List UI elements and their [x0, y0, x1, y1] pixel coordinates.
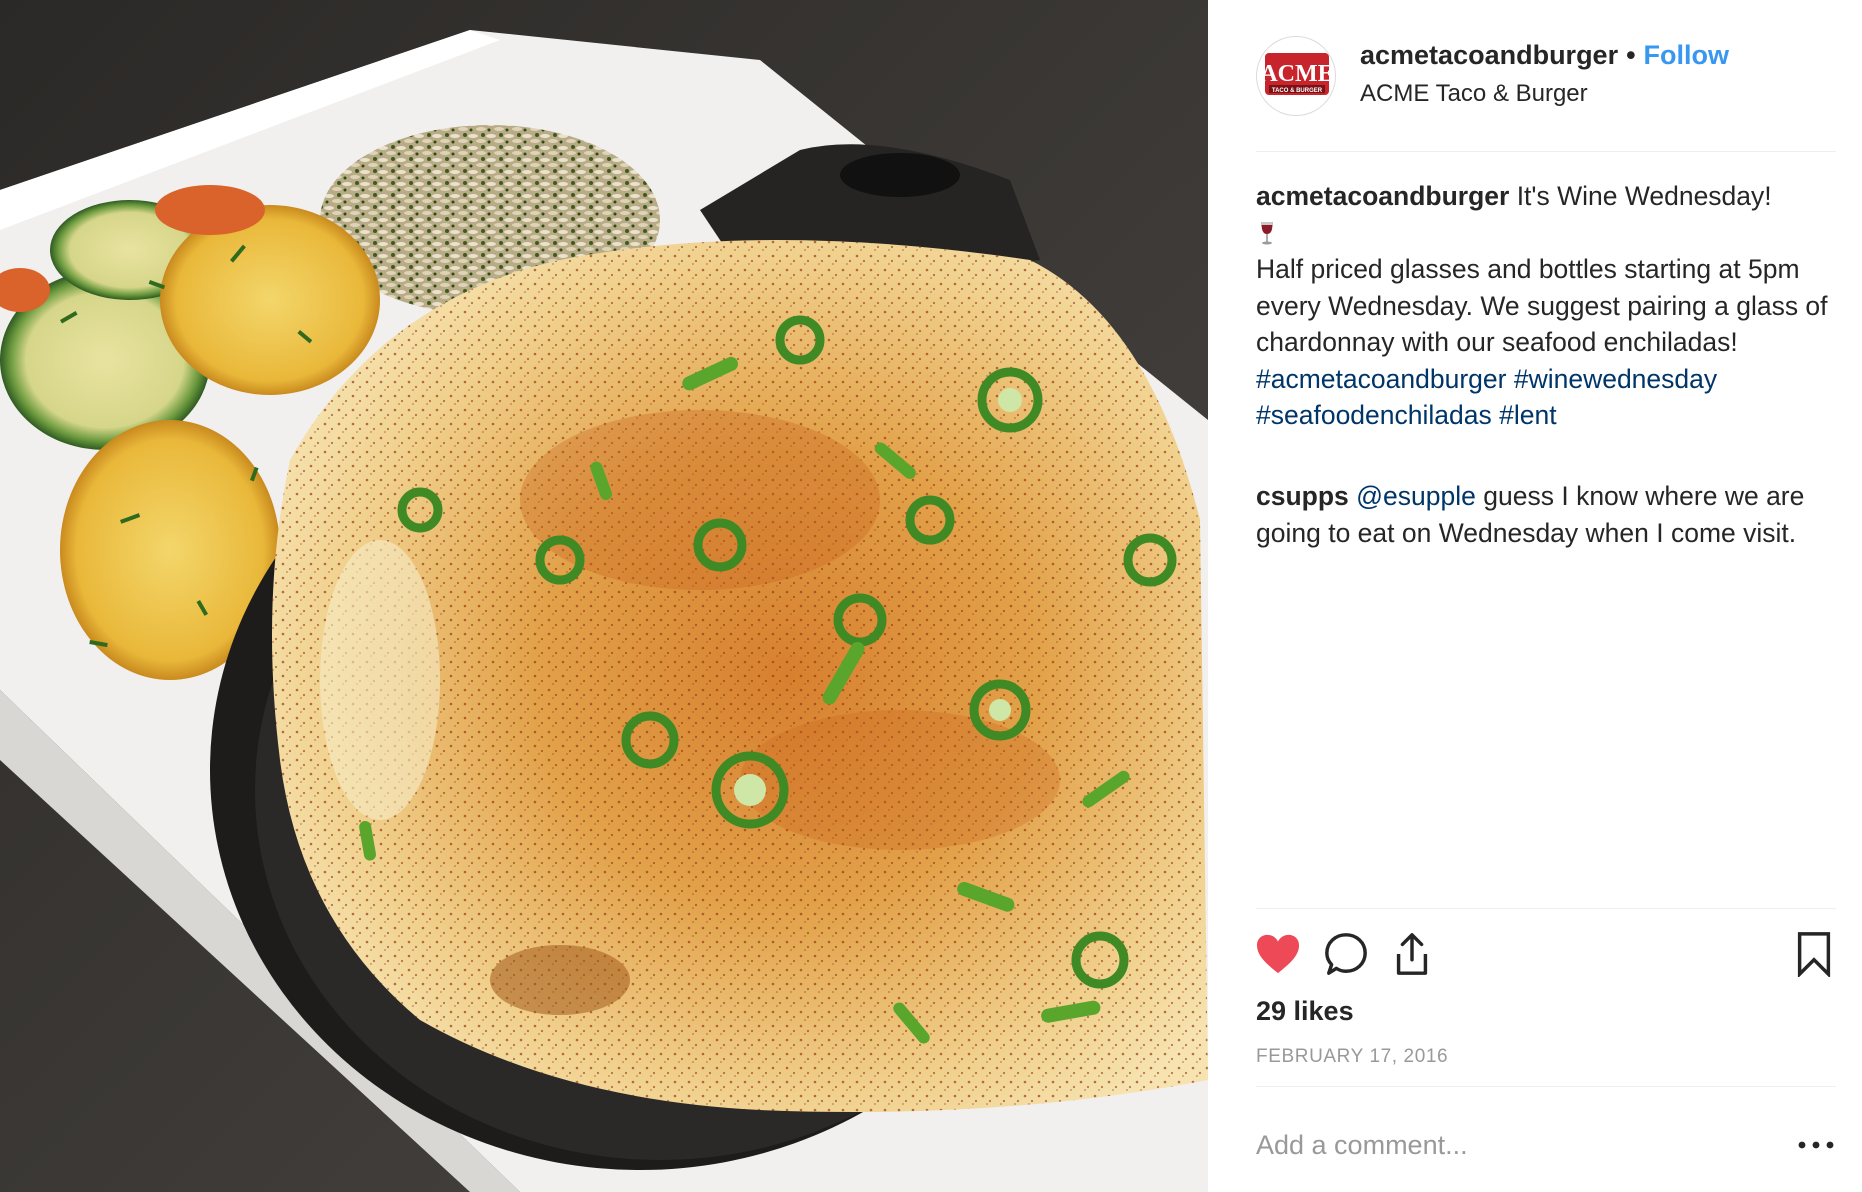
profile-avatar[interactable]: ACME TACO & BURGER — [1256, 36, 1336, 116]
save-button[interactable] — [1788, 928, 1840, 980]
wine-glass-icon — [1261, 221, 1273, 244]
hashtag-link[interactable]: #seafoodenchiladas — [1256, 400, 1492, 430]
more-options-icon[interactable] — [1796, 1130, 1836, 1160]
comment-divider — [1256, 1086, 1836, 1087]
comment-mention[interactable]: @esupple — [1356, 481, 1476, 511]
separator-dot: • — [1626, 40, 1636, 70]
actions-divider — [1256, 908, 1836, 909]
heart-filled-icon — [1257, 934, 1299, 974]
comment-username[interactable]: csupps — [1256, 481, 1349, 511]
likes-count[interactable]: 29 likes — [1256, 996, 1354, 1027]
post-photo[interactable] — [0, 0, 1208, 1192]
bookmark-icon — [1797, 932, 1831, 977]
acme-logo-icon: ACME TACO & BURGER — [1260, 53, 1334, 95]
caption-username[interactable]: acmetacoandburger — [1256, 181, 1509, 211]
share-icon — [1396, 933, 1428, 975]
svg-text:TACO & BURGER: TACO & BURGER — [1272, 88, 1323, 94]
caption-title: It's Wine Wednesday! — [1516, 181, 1772, 211]
like-button[interactable] — [1252, 928, 1304, 980]
header-user-line: acmetacoandburger • Follow — [1360, 40, 1729, 71]
location-link[interactable]: ACME Taco & Burger — [1360, 80, 1588, 108]
header-username[interactable]: acmetacoandburger — [1360, 40, 1618, 70]
add-comment-area — [1256, 1120, 1836, 1170]
follow-button[interactable]: Follow — [1644, 40, 1729, 70]
comment-button[interactable] — [1320, 928, 1372, 980]
post-sidebar: ACME TACO & BURGER acmetacoandburger • Fol… — [1208, 0, 1862, 1192]
post-caption: acmetacoandburger It's Wine Wednesday! H… — [1256, 178, 1836, 434]
post-date[interactable]: FEBRUARY 17, 2016 — [1256, 1046, 1448, 1068]
hashtag-link[interactable]: #acmetacoandburger — [1256, 364, 1506, 394]
comment-item: csupps @esupple guess I know where we ar… — [1256, 478, 1836, 551]
speech-bubble-icon — [1325, 933, 1367, 975]
svg-text:ACME: ACME — [1260, 61, 1333, 87]
header-divider — [1256, 151, 1836, 152]
action-bar — [1256, 928, 1836, 984]
comment-input[interactable] — [1256, 1120, 1756, 1170]
share-button[interactable] — [1386, 928, 1438, 980]
hashtag-link[interactable]: #lent — [1499, 400, 1556, 430]
hashtag-link[interactable]: #winewednesday — [1514, 364, 1717, 394]
caption-body: Half priced glasses and bottles starting… — [1256, 254, 1828, 357]
